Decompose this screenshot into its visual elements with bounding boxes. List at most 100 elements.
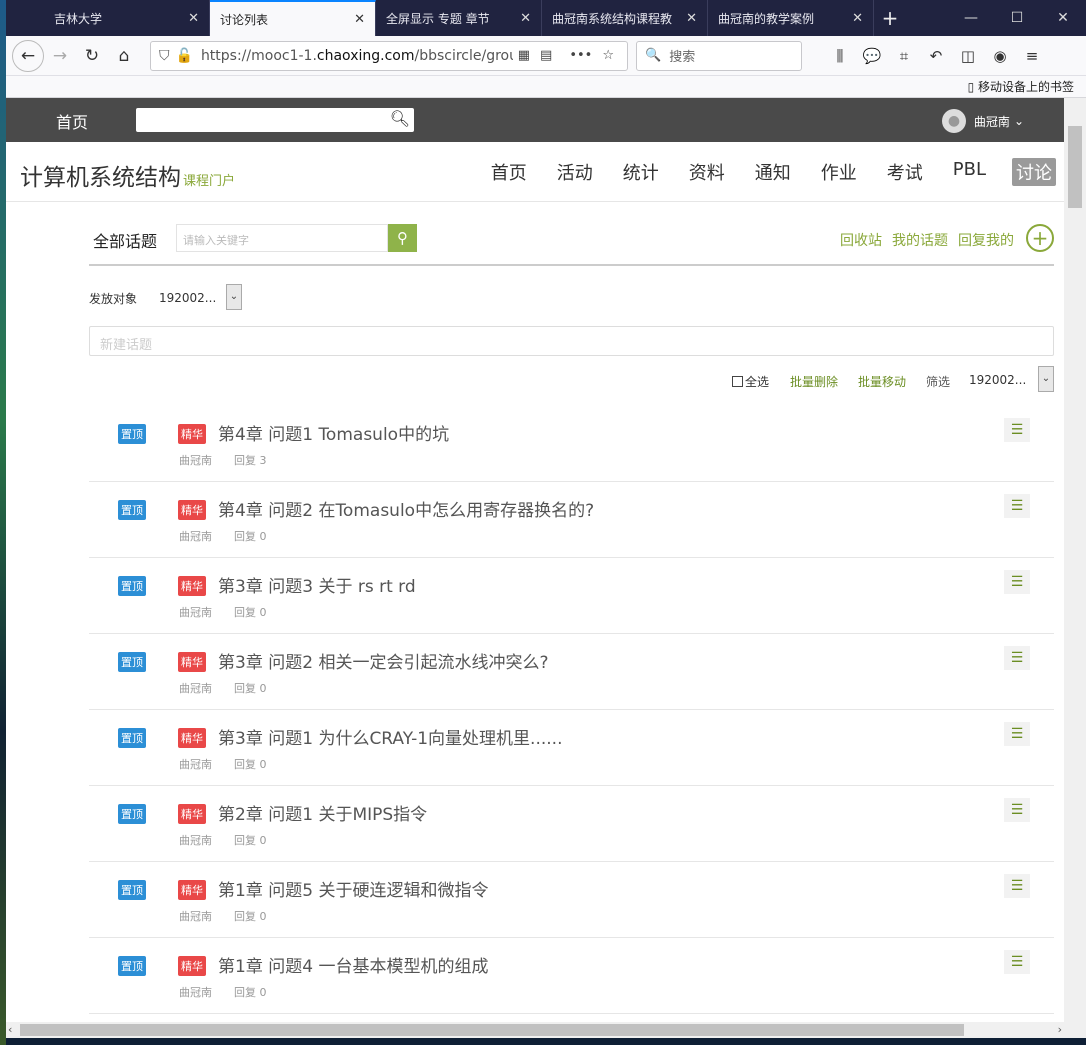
bookmark-star-icon[interactable]: ☆ [602, 48, 614, 63]
dropdown-arrow-icon[interactable]: ⌄ [1038, 366, 1054, 392]
scroll-thumb[interactable] [20, 1024, 964, 1036]
essence-badge: 精华 [178, 804, 206, 824]
select-all-checkbox[interactable]: 全选 [732, 373, 769, 390]
sidebar-icon[interactable]: ◫ [952, 47, 984, 65]
my-topics-link[interactable]: 我的话题 [892, 230, 948, 250]
topic-title[interactable]: 第3章 问题3 关于 rs rt rd [218, 572, 416, 597]
filter-select[interactable]: 192002... [969, 373, 1026, 387]
topic-menu-icon[interactable]: ☰ [1004, 798, 1030, 822]
nav-discussion[interactable]: 讨论 [1012, 158, 1056, 186]
replies-to-me-link[interactable]: 回复我的 [958, 230, 1014, 250]
topic-meta: 曲冠南 回复 0 [179, 758, 267, 771]
topic-menu-icon[interactable]: ☰ [1004, 874, 1030, 898]
keyword-input[interactable]: 请输入关键字 [176, 224, 388, 252]
scroll-left-icon[interactable]: ‹ [8, 1022, 12, 1038]
nav-materials[interactable]: 资料 [685, 158, 729, 186]
undo-icon[interactable]: ↶ [920, 47, 952, 65]
account-icon[interactable]: ◉ [984, 47, 1016, 65]
lock-warning-icon[interactable]: 🔓 [176, 48, 193, 64]
new-tab-plus-icon[interactable]: + [874, 0, 906, 36]
tab-bar-lead [6, 0, 44, 36]
close-icon[interactable]: ✕ [852, 11, 863, 26]
scroll-right-icon[interactable]: › [1058, 1022, 1062, 1038]
topic-row[interactable]: 置顶 精华 第3章 问题3 关于 rs rt rd 曲冠南 回复 0 ☰ [89, 558, 1054, 634]
topic-row[interactable]: 置顶 精华 第2章 问题1 关于MIPS指令 曲冠南 回复 0 ☰ [89, 786, 1054, 862]
close-icon[interactable]: ✕ [188, 11, 199, 26]
topic-menu-icon[interactable]: ☰ [1004, 570, 1030, 594]
checkbox-icon[interactable] [732, 376, 743, 387]
vertical-scrollbar[interactable] [1064, 98, 1086, 1022]
close-icon[interactable]: ✕ [520, 11, 531, 26]
topic-row[interactable]: 置顶 精华 第1章 问题5 关于硬连逻辑和微指令 曲冠南 回复 0 ☰ [89, 862, 1054, 938]
library-icon[interactable]: ⫼ [824, 47, 856, 65]
topic-title[interactable]: 第3章 问题2 相关一定会引起流水线冲突么? [218, 648, 548, 673]
topic-menu-icon[interactable]: ☰ [1004, 418, 1030, 442]
chat-icon[interactable]: 💬 [856, 47, 888, 65]
topic-title[interactable]: 第1章 问题5 关于硬连逻辑和微指令 [218, 876, 488, 901]
topic-title[interactable]: 第4章 问题1 Tomasulo中的坑 [218, 420, 449, 445]
topic-title[interactable]: 第1章 问题4 一台基本模型机的组成 [218, 952, 488, 977]
home-icon[interactable]: ⌂ [108, 40, 140, 72]
tab-course[interactable]: 曲冠南系统结构课程教 ✕ [542, 0, 708, 36]
search-box[interactable]: 🔍 搜索 [636, 40, 802, 71]
batch-delete-button[interactable]: 批量删除 [790, 373, 838, 390]
horizontal-scrollbar[interactable]: ‹ › [6, 1022, 1086, 1038]
shield-icon[interactable]: ⛉ [159, 48, 170, 64]
back-arrow-icon[interactable]: ← [12, 39, 44, 72]
tab-title: 吉林大学 [54, 11, 103, 26]
site-search-input[interactable]: 🔍︎ [136, 108, 414, 132]
url-text[interactable]: https://mooc1-1.chaoxing.com/bbscircle/g… [201, 48, 513, 64]
nav-pbl[interactable]: PBL [949, 158, 990, 186]
header-links: 回收站 我的话题 回复我的 + [830, 224, 1054, 252]
batch-move-button[interactable]: 批量移动 [858, 373, 906, 390]
forward-arrow-icon[interactable]: → [44, 40, 76, 72]
nav-notices[interactable]: 通知 [751, 158, 795, 186]
topic-menu-icon[interactable]: ☰ [1004, 950, 1030, 974]
crop-icon[interactable]: ⌗ [888, 47, 920, 65]
tab-discussion-list[interactable]: 讨论列表 ✕ [210, 0, 376, 36]
topic-menu-icon[interactable]: ☰ [1004, 646, 1030, 670]
topic-title[interactable]: 第3章 问题1 为什么CRAY-1向量处理机里...... [218, 724, 562, 749]
topic-row[interactable]: 置顶 精华 第4章 问题2 在Tomasulo中怎么用寄存器换名的? 曲冠南 回复… [89, 482, 1054, 558]
close-icon[interactable]: ✕ [354, 12, 365, 27]
topic-row[interactable]: 置顶 精华 第3章 问题2 相关一定会引起流水线冲突么? 曲冠南 回复 0 ☰ [89, 634, 1054, 710]
scroll-thumb[interactable] [1068, 126, 1082, 208]
close-window-icon[interactable]: ✕ [1040, 0, 1086, 36]
topic-title[interactable]: 第4章 问题2 在Tomasulo中怎么用寄存器换名的? [218, 496, 594, 521]
keyword-search-button[interactable]: ⚲ [388, 224, 417, 252]
nav-home[interactable]: 首页 [487, 158, 531, 186]
user-menu[interactable]: ● 曲冠南 ⌄ [941, 109, 1024, 133]
topic-title[interactable]: 第2章 问题1 关于MIPS指令 [218, 800, 427, 825]
search-icon[interactable]: 🔍︎ [390, 109, 410, 128]
mobile-bookmarks-link[interactable]: ▯ 移动设备上的书签 [968, 78, 1074, 95]
dropdown-arrow-icon[interactable]: ⌄ [226, 284, 242, 310]
topic-menu-icon[interactable]: ☰ [1004, 494, 1030, 518]
topic-menu-icon[interactable]: ☰ [1004, 722, 1030, 746]
course-portal-link[interactable]: 课程门户 [183, 174, 235, 189]
qr-code-icon[interactable]: ▦ [518, 48, 530, 63]
reload-icon[interactable]: ↻ [76, 40, 108, 72]
target-select[interactable]: 192002... [159, 291, 216, 305]
tab-cases[interactable]: 曲冠南的教学案例 ✕ [708, 0, 874, 36]
more-actions-icon[interactable]: ••• [569, 48, 592, 63]
tab-fullscreen[interactable]: 全屏显示 专题 章节 ✕ [376, 0, 542, 36]
minimize-icon[interactable]: — [948, 0, 994, 36]
topic-row[interactable]: 置顶 精华 第3章 问题1 为什么CRAY-1向量处理机里...... 曲冠南回… [89, 710, 1054, 786]
nav-stats[interactable]: 统计 [619, 158, 663, 186]
target-row: 发放对象 192002... ⌄ [89, 266, 1054, 316]
maximize-icon[interactable]: ☐ [994, 0, 1040, 36]
url-bar[interactable]: ⛉ 🔓 https://mooc1-1.chaoxing.com/bbscirc… [150, 40, 628, 71]
nav-homework[interactable]: 作业 [817, 158, 861, 186]
nav-exam[interactable]: 考试 [883, 158, 927, 186]
new-topic-input[interactable]: 新建话题 [89, 326, 1054, 356]
site-home-link[interactable]: 首页 [56, 109, 88, 133]
close-icon[interactable]: ✕ [686, 11, 697, 26]
nav-activity[interactable]: 活动 [553, 158, 597, 186]
topic-row[interactable]: 置顶 精华 第4章 问题1 Tomasulo中的坑 曲冠南 回复 3 ☰ [89, 406, 1054, 482]
topic-row[interactable]: 置顶 精华 第1章 问题4 一台基本模型机的组成 曲冠南 回复 0 ☰ [89, 938, 1054, 1014]
recycle-bin-link[interactable]: 回收站 [840, 230, 882, 250]
tab-jlu[interactable]: 吉林大学 ✕ [44, 0, 210, 36]
menu-icon[interactable]: ≡ [1016, 47, 1048, 65]
add-topic-plus-icon[interactable]: + [1026, 224, 1054, 252]
reader-view-icon[interactable]: ▤ [540, 48, 552, 63]
